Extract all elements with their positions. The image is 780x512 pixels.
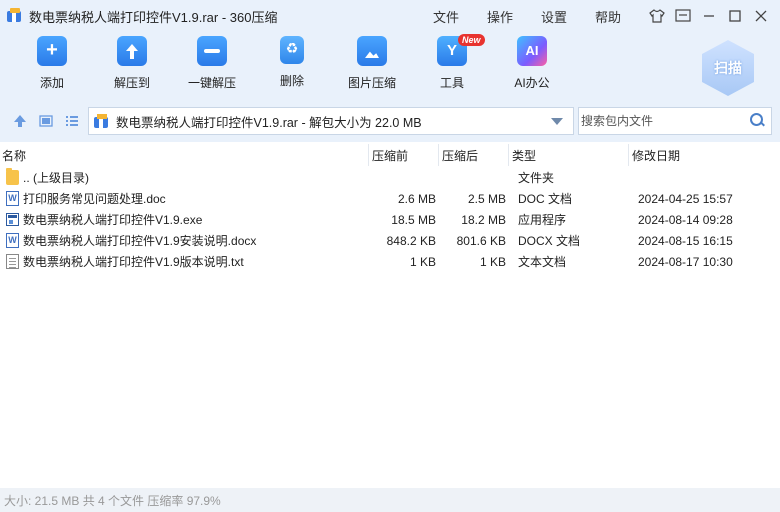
status-bar: 大小: 21.5 MB 共 4 个文件 压缩率 97.9% <box>0 488 780 512</box>
column-name[interactable]: 名称 <box>2 147 26 164</box>
extract-to-button[interactable]: 解压到 <box>92 36 172 91</box>
search-box <box>578 107 772 135</box>
path-combobox[interactable]: 数电票纳税人端打印控件V1.9.rar - 解包大小为 22.0 MB <box>88 107 574 135</box>
file-original-size: 2.5 MB <box>467 191 506 206</box>
minimize-icon[interactable] <box>696 3 722 29</box>
rar-file-icon <box>94 114 110 128</box>
menu-bar: 文件 操作 设置 帮助 <box>433 0 649 32</box>
word-document-icon <box>6 233 19 248</box>
delete-icon <box>280 36 304 64</box>
file-row[interactable]: 数电票纳税人端打印控件V1.9.exe 18.5 MB 18.2 MB 应用程序… <box>0 209 752 230</box>
file-row[interactable]: 打印服务常见问题处理.doc 2.6 MB 2.5 MB DOC 文档 2024… <box>0 188 752 209</box>
column-divider[interactable] <box>628 144 629 166</box>
word-document-icon <box>6 191 19 206</box>
menu-settings[interactable]: 设置 <box>541 7 567 26</box>
file-name: 打印服务常见问题处理.doc <box>23 192 166 206</box>
column-divider[interactable] <box>508 144 509 166</box>
column-divider[interactable] <box>368 144 369 166</box>
address-bar: 数电票纳税人端打印控件V1.9.rar - 解包大小为 22.0 MB <box>0 100 780 142</box>
menu-operate[interactable]: 操作 <box>487 7 513 26</box>
maximize-icon[interactable] <box>722 3 748 29</box>
file-type: DOCX 文档 <box>518 234 581 248</box>
tools-label: 工具 <box>439 76 464 90</box>
column-divider[interactable] <box>438 144 439 166</box>
menu-file[interactable]: 文件 <box>433 7 459 26</box>
scan-label: 扫描 <box>714 60 742 76</box>
add-label: 添加 <box>39 76 64 90</box>
delete-button[interactable]: 删除 <box>252 36 332 89</box>
extract-icon <box>117 36 147 66</box>
extract-to-label: 解压到 <box>113 76 150 90</box>
window-title: 数电票纳税人端打印控件V1.9.rar - 360压缩 <box>29 9 278 25</box>
file-name: 数电票纳税人端打印控件V1.9安装说明.docx <box>23 234 257 248</box>
image-compress-button[interactable]: 图片压缩 <box>332 36 412 91</box>
column-original[interactable]: 压缩后 <box>442 147 478 164</box>
file-modified-date: 2024-08-14 09:28 <box>638 212 733 227</box>
one-key-extract-icon <box>197 36 227 66</box>
new-badge: New <box>458 34 485 46</box>
close-icon[interactable] <box>748 3 774 29</box>
file-row-parent[interactable]: .. (上级目录) 文件夹 <box>0 167 752 188</box>
file-name: .. (上级目录) <box>23 171 89 185</box>
ai-office-icon <box>517 36 547 66</box>
column-type[interactable]: 类型 <box>512 147 536 164</box>
add-icon <box>37 36 67 66</box>
ai-office-label: AI办公 <box>514 76 550 90</box>
delete-label: 删除 <box>279 74 304 88</box>
image-compress-icon <box>357 36 387 66</box>
file-row[interactable]: 数电票纳税人端打印控件V1.9版本说明.txt 1 KB 1 KB 文本文档 2… <box>0 251 752 272</box>
search-input[interactable] <box>579 108 743 134</box>
app-logo-icon <box>7 8 23 24</box>
image-compress-label: 图片压缩 <box>347 76 396 90</box>
scan-button[interactable]: 扫描 <box>702 40 754 96</box>
list-view-icon[interactable] <box>64 114 80 128</box>
file-modified-date: 2024-08-15 16:15 <box>638 233 733 248</box>
file-name: 数电票纳税人端打印控件V1.9版本说明.txt <box>23 255 244 269</box>
up-arrow-icon[interactable] <box>12 114 28 128</box>
one-key-extract-label: 一键解压 <box>187 76 236 90</box>
file-name: 数电票纳税人端打印控件V1.9.exe <box>23 213 203 227</box>
file-compressed-size: 2.6 MB <box>397 191 436 206</box>
column-compressed[interactable]: 压缩前 <box>372 147 408 164</box>
file-modified-date: 2024-08-17 10:30 <box>638 254 733 269</box>
column-modified[interactable]: 修改日期 <box>632 147 680 164</box>
title-bar: 数电票纳税人端打印控件V1.9.rar - 360压缩 文件 操作 设置 帮助 <box>0 0 780 32</box>
thumbnail-view-icon[interactable] <box>38 114 54 128</box>
skin-shirt-icon[interactable] <box>644 3 670 29</box>
search-icon[interactable] <box>750 113 764 127</box>
ai-office-button[interactable]: AI办公 <box>492 36 572 91</box>
status-text: 大小: 21.5 MB 共 4 个文件 压缩率 97.9% <box>4 493 221 508</box>
file-type: 文本文档 <box>518 255 567 269</box>
one-key-extract-button[interactable]: 一键解压 <box>172 36 252 91</box>
text-file-icon <box>6 254 19 269</box>
file-original-size: 801.6 KB <box>456 233 506 248</box>
window-controls <box>644 0 774 32</box>
file-row[interactable]: 数电票纳税人端打印控件V1.9安装说明.docx 848.2 KB 801.6 … <box>0 230 752 251</box>
add-button[interactable]: 添加 <box>12 36 92 91</box>
file-modified-date: 2024-04-25 15:57 <box>638 191 733 206</box>
file-compressed-size: 848.2 KB <box>386 233 436 248</box>
folder-icon <box>6 168 19 185</box>
file-type: 文件夹 <box>518 171 555 185</box>
file-original-size: 1 KB <box>479 254 506 269</box>
feedback-icon[interactable] <box>670 3 696 29</box>
application-icon <box>6 213 19 226</box>
file-list: .. (上级目录) 文件夹 打印服务常见问题处理.doc 2.6 MB 2.5 … <box>0 167 752 272</box>
file-type: 应用程序 <box>518 213 567 227</box>
archive-path: 数电票纳税人端打印控件V1.9.rar - 解包大小为 22.0 MB <box>116 115 422 130</box>
file-original-size: 18.2 MB <box>461 212 506 227</box>
file-compressed-size: 1 KB <box>409 254 436 269</box>
menu-help[interactable]: 帮助 <box>595 7 621 26</box>
column-header-row: 名称 压缩前 压缩后 类型 修改日期 <box>0 144 752 166</box>
tools-button[interactable]: New 工具 <box>412 34 492 91</box>
toolbar: 添加 解压到 一键解压 删除 图片压缩 New 工具 AI办公 扫描 <box>0 32 780 100</box>
chevron-down-icon[interactable] <box>551 118 563 125</box>
vertical-scrollbar[interactable] <box>752 144 780 488</box>
file-compressed-size: 18.5 MB <box>391 212 436 227</box>
file-type: DOC 文档 <box>518 192 573 206</box>
